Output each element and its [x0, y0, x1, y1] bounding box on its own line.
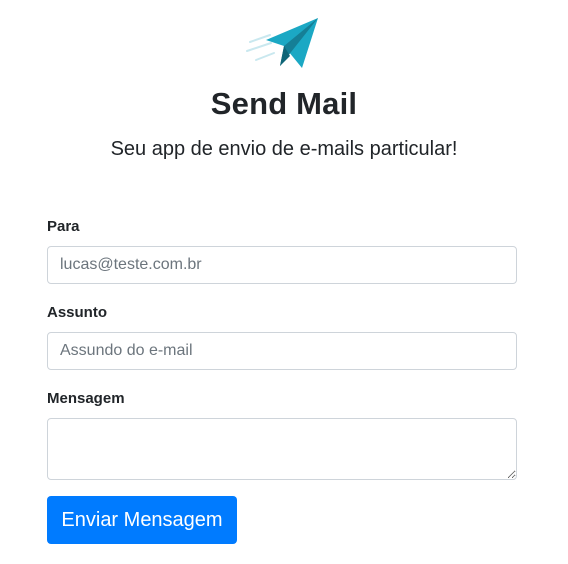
send-message-button[interactable]: Enviar Mensagem	[47, 496, 237, 544]
paper-plane-icon	[246, 18, 318, 68]
to-field-group: Para	[47, 217, 517, 284]
subject-field-group: Assunto	[47, 303, 517, 370]
message-field-group: Mensagem	[47, 389, 517, 480]
send-mail-page: Send Mail Seu app de envio de e-mails pa…	[0, 0, 568, 564]
to-label: Para	[47, 218, 80, 235]
to-email-input[interactable]	[47, 246, 517, 284]
subject-input[interactable]	[47, 332, 517, 370]
message-label: Mensagem	[47, 390, 125, 407]
subject-label: Assunto	[47, 304, 107, 321]
page-subtitle: Seu app de envio de e-mails particular!	[110, 138, 458, 160]
page-title: Send Mail	[210, 86, 358, 121]
message-textarea[interactable]	[47, 418, 517, 480]
